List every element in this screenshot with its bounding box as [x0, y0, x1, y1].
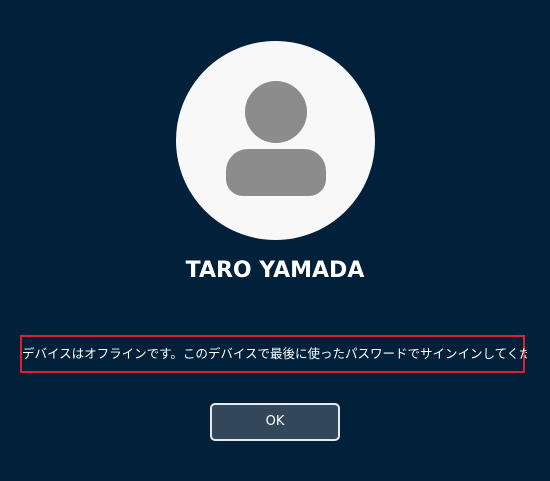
lock-screen: TARO YAMADA デバイスはオフラインです。このデバイスで最後に使ったパス… — [0, 0, 550, 481]
offline-message-highlight: デバイスはオフラインです。このデバイスで最後に使ったパスワードでサインインしてく… — [20, 335, 527, 373]
user-silhouette-icon — [226, 81, 326, 196]
offline-message: デバイスはオフラインです。このデバイスで最後に使ったパスワードでサインインしてく… — [22, 346, 527, 361]
ok-button[interactable]: OK — [210, 403, 340, 441]
user-name: TARO YAMADA — [185, 258, 365, 283]
user-avatar — [176, 41, 375, 240]
